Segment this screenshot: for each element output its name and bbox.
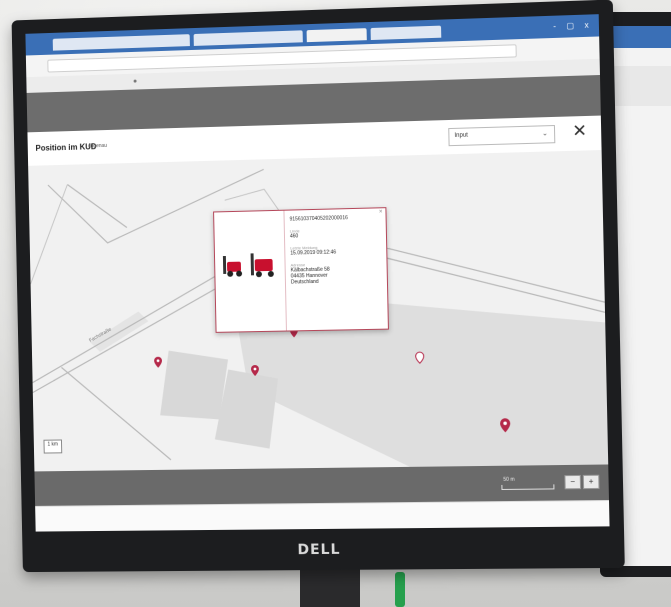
monitor-stand xyxy=(300,566,360,607)
vehicle-type-value: 460 xyxy=(290,231,382,239)
zoom-in-button[interactable]: + xyxy=(583,475,600,489)
map-scale-text: 50 m xyxy=(503,477,514,483)
page-footer xyxy=(35,500,609,532)
browser-tab[interactable] xyxy=(194,30,303,46)
page-subtitle: ungenau xyxy=(88,143,107,149)
chevron-down-icon: ⌄ xyxy=(542,129,548,137)
browser-tab[interactable] xyxy=(53,34,190,50)
last-report-value: 15.09.2019 09:12:46 xyxy=(290,248,382,256)
forklift-icon xyxy=(223,256,245,276)
vehicle-info-popup: × 915610370405202000016 Linde 460 Letzte… xyxy=(213,207,389,333)
map-scale-line xyxy=(501,484,554,490)
second-monitor-panel xyxy=(610,66,671,106)
main-monitor: - ▢ x Position im KUD ungenau Input ⌄ ✕ xyxy=(12,0,625,572)
main-monitor-screen: - ▢ x Position im KUD ungenau Input ⌄ ✕ xyxy=(25,14,609,531)
address-line: Deutschland xyxy=(291,278,383,286)
window-controls[interactable]: - ▢ x xyxy=(553,20,593,30)
green-cable xyxy=(395,572,405,607)
browser-tab[interactable] xyxy=(371,26,442,40)
close-button[interactable]: ✕ xyxy=(570,121,589,142)
popup-details: 915610370405202000016 Linde 460 Letzte M… xyxy=(290,214,383,285)
monitor-logo: DELL xyxy=(22,539,624,560)
browser-tab-active[interactable] xyxy=(307,28,367,42)
dropdown-value: Input xyxy=(454,133,468,139)
road xyxy=(67,183,126,229)
zoom-out-button[interactable]: − xyxy=(564,475,581,489)
input-dropdown[interactable]: Input ⌄ xyxy=(448,125,555,146)
forklift-icon xyxy=(251,253,277,278)
second-monitor-titlebar xyxy=(610,26,671,48)
nav-dot xyxy=(134,80,137,83)
vehicle-id: 915610370405202000016 xyxy=(290,214,382,222)
road xyxy=(61,366,171,462)
forklift-image xyxy=(214,211,287,332)
map-scale-left: 1 km xyxy=(43,439,62,453)
road xyxy=(380,241,605,306)
map-marker[interactable] xyxy=(154,357,162,368)
building-block xyxy=(159,350,229,421)
